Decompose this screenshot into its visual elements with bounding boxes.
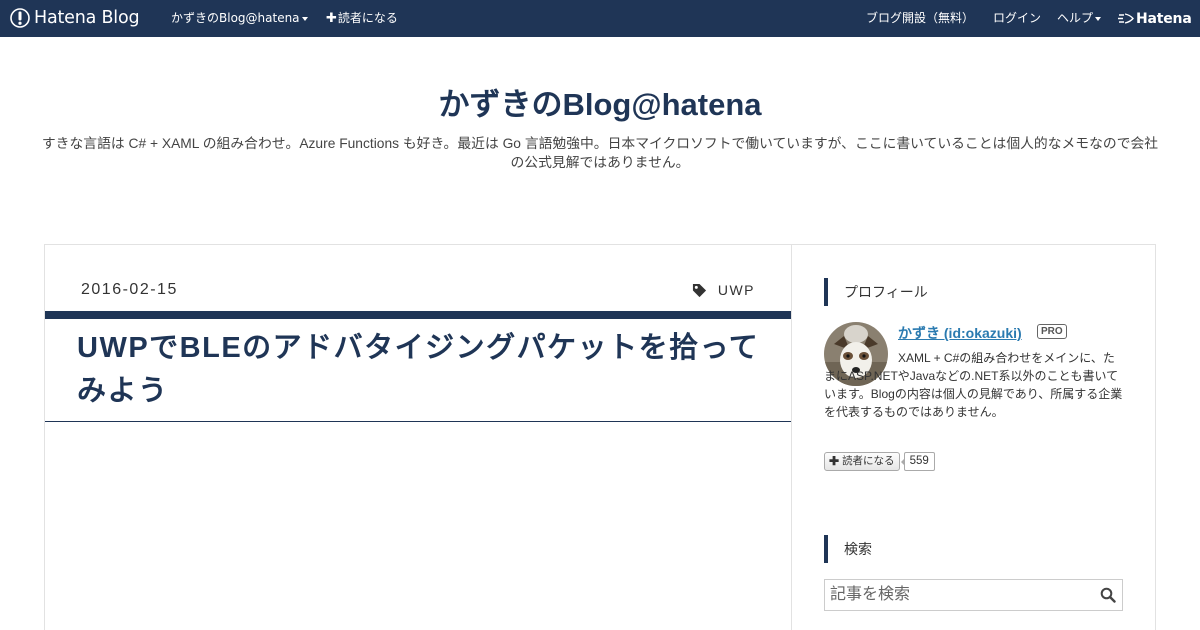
plus-icon: ✚	[326, 11, 337, 26]
login-link[interactable]: ログイン	[993, 0, 1041, 37]
search-box	[824, 579, 1123, 611]
search-input[interactable]	[825, 580, 1089, 610]
profile-name-link[interactable]: かずき (id:okazuki)	[898, 323, 1022, 343]
help-label: ヘルプ	[1057, 11, 1094, 25]
entry-category-link[interactable]: UWP	[692, 282, 755, 298]
tag-icon	[692, 283, 706, 297]
subscribe-widget: ✚ 読者になる 559	[824, 452, 935, 471]
blog-menu-dropdown[interactable]: かずきのBlog@hatena	[171, 0, 308, 37]
subscribe-button[interactable]: ✚ 読者になる	[824, 452, 900, 471]
hatena-blog-logo-text: Hatena Blog	[34, 8, 140, 28]
hatena-logo[interactable]: Hatena	[1118, 10, 1192, 27]
entry-title-divider	[45, 421, 791, 422]
search-module-title: 検索	[824, 535, 872, 563]
caret-down-icon	[1095, 16, 1102, 21]
global-header: Hatena Blog かずきのBlog@hatena ✚読者になる ブログ開設…	[0, 0, 1200, 37]
caret-down-icon	[301, 16, 308, 21]
subscribe-link[interactable]: ✚読者になる	[326, 0, 398, 37]
entry-title[interactable]: UWPでBLEのアドバタイジングパケットを拾ってみよう	[77, 327, 767, 413]
help-dropdown[interactable]: ヘルプ	[1057, 0, 1102, 37]
entry-date[interactable]: 2016-02-15	[81, 281, 178, 299]
profile-description: XAML + C#の組み合わせをメインに、たまにASP.NETやJavaなどの.…	[824, 349, 1124, 421]
avatar-spacer	[824, 361, 898, 362]
blog-description: すきな言語は C# + XAML の組み合わせ。Azure Functions …	[41, 136, 1159, 170]
hatena-mark-icon	[1118, 13, 1134, 24]
subscriber-count[interactable]: 559	[900, 452, 935, 471]
search-icon[interactable]	[1100, 587, 1116, 603]
entry-title-bar	[45, 311, 791, 319]
subscribe-link-label: 読者になる	[337, 11, 398, 25]
hatena-blog-icon	[10, 8, 30, 28]
content-wrapper: 2016-02-15 UWP UWPでBLEのアドバタイジングパケットを拾ってみ…	[44, 244, 1156, 630]
open-blog-link[interactable]: ブログ開設（無料）	[866, 0, 974, 37]
pro-badge[interactable]: PRO	[1037, 324, 1067, 339]
sidebar: プロフィール かずき (id:okazuki) PRO XAML + C#の組み…	[792, 245, 1155, 630]
subscribe-button-label: 読者になる	[842, 455, 895, 467]
blog-menu-label: かずきのBlog@hatena	[171, 11, 300, 25]
profile-module-title: プロフィール	[824, 278, 928, 306]
hatena-blog-logo[interactable]: Hatena Blog	[10, 7, 140, 29]
hatena-logo-text: Hatena	[1136, 10, 1192, 27]
main-content: 2016-02-15 UWP UWPでBLEのアドバタイジングパケットを拾ってみ…	[45, 245, 792, 630]
entry-category-label: UWP	[717, 282, 755, 298]
plus-icon: ✚	[829, 454, 840, 468]
blog-title[interactable]: かずきのBlog@hatena	[0, 84, 1200, 126]
